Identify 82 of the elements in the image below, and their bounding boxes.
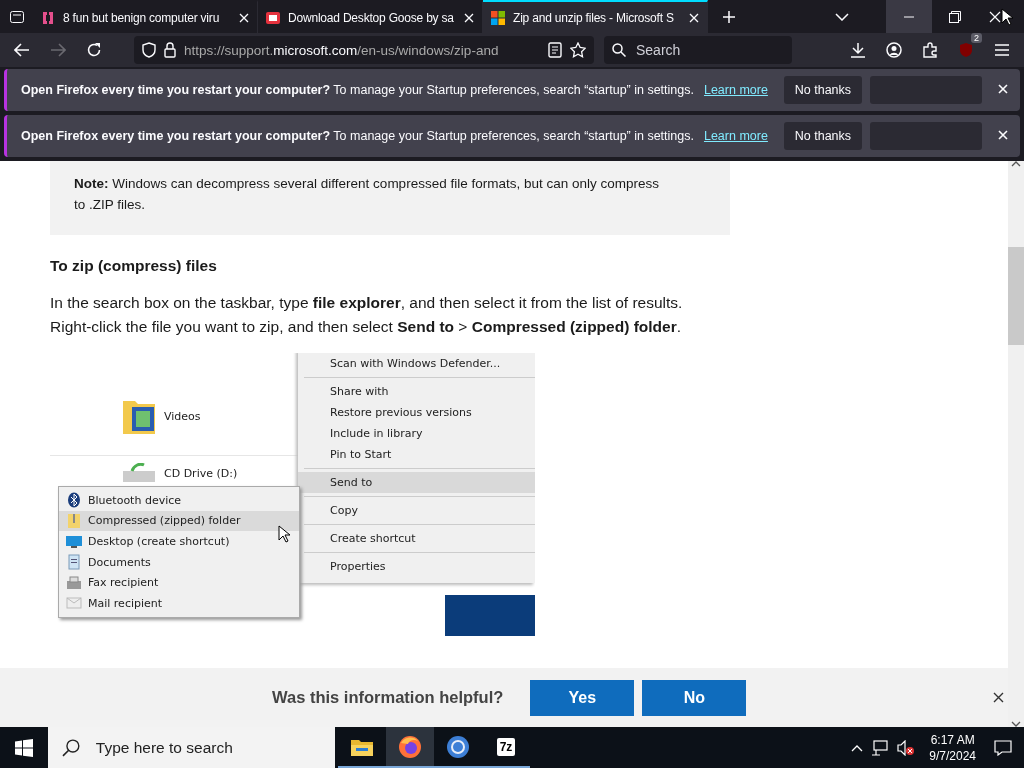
scrollbar-thumb[interactable]	[1008, 247, 1024, 345]
browser-tab[interactable]: Zip and unzip files - Microsoft S	[483, 0, 708, 33]
taskbar-app[interactable]	[386, 727, 434, 768]
cd-drive-icon	[122, 463, 156, 483]
download-icon[interactable]	[850, 42, 866, 58]
extension-badge: 2	[971, 33, 982, 43]
url-text: https://support.microsoft.com/en-us/windows/zip-and	[184, 42, 500, 58]
address-bar[interactable]: https://support.microsoft.com/en-us/windows/zip-and	[134, 36, 594, 64]
firefox-icon[interactable]	[398, 734, 422, 759]
network-icon[interactable]	[871, 739, 890, 756]
context-menu-item[interactable]: Send to	[298, 472, 535, 493]
speaker-muted-icon[interactable]	[897, 739, 916, 756]
close-icon[interactable]	[993, 691, 1005, 703]
bookmark-star-icon[interactable]	[570, 42, 586, 58]
context-menu-item[interactable]: Copy	[298, 500, 535, 521]
desktop-icon	[266, 10, 280, 25]
seven-zip-logo[interactable]: 7z	[496, 737, 516, 756]
chevron-down-icon[interactable]	[834, 12, 849, 21]
monitor-icon	[66, 533, 82, 550]
no-thanks-button[interactable]: No thanks	[783, 76, 862, 104]
notification-message: Open Firefox every time you restart your computer? To manage your Startup preferences, search “startup” in settings.	[21, 129, 694, 143]
section-heading: To zip (compress) files	[50, 257, 218, 275]
taskbar-app[interactable]: 7z	[482, 727, 530, 768]
tab-list-icon[interactable]	[8, 8, 25, 25]
fax-icon	[66, 574, 82, 591]
no-thanks-button[interactable]: No thanks	[783, 122, 862, 150]
menu-icon[interactable]	[994, 43, 1010, 57]
yes-button[interactable]: Yes	[530, 679, 635, 716]
scroll-up-icon[interactable]	[1011, 161, 1021, 167]
taskbar-search-field[interactable]: Type here to search	[93, 737, 335, 758]
reader-view-icon[interactable]	[548, 42, 562, 58]
context-menu-item[interactable]: Scan with Windows Defender...	[298, 353, 535, 374]
new-tab-icon[interactable]	[721, 9, 736, 24]
lock-icon	[164, 42, 176, 58]
note-text: Note: Windows can decompress several different compressed file formats, but can only compress to .ZIP files.	[50, 161, 730, 235]
instruction-paragraph: In the search box on the taskbar, type file explorer, and then select it from the list of results. Right-click the file you want to zip, and then select Send to > Compressed (zipped) folder.	[50, 293, 684, 337]
context-menu-item[interactable]: Create shortcut	[298, 528, 535, 549]
submenu-item[interactable]: Fax recipient	[59, 572, 299, 593]
notification-icon[interactable]	[994, 739, 1012, 756]
envelope-icon	[66, 595, 82, 612]
submenu-item[interactable]: Compressed (zipped) folder	[59, 510, 299, 532]
context-menu-item[interactable]: Properties	[298, 556, 535, 577]
chevron-up-icon[interactable]	[851, 743, 864, 752]
explorer-item-label: CD Drive (D:)	[164, 466, 238, 480]
context-menu-item[interactable]: Restore previous versions	[298, 402, 535, 423]
windows-start-icon[interactable]	[15, 738, 33, 757]
bracket-icon	[41, 10, 55, 25]
puzzle-icon[interactable]	[922, 42, 938, 58]
submenu-item[interactable]: Desktop (create shortcut)	[59, 531, 299, 552]
clock[interactable]: 6:17 AM 9/7/2024	[929, 731, 976, 764]
restore-icon[interactable]	[949, 10, 961, 23]
reload-icon[interactable]	[86, 42, 102, 58]
no-button[interactable]: No	[642, 679, 747, 716]
search-icon	[612, 43, 626, 57]
mouse-pointer-icon	[1001, 7, 1013, 26]
learn-more-link[interactable]: Learn more	[703, 83, 768, 97]
shield-icon	[142, 42, 156, 58]
feedback-question: Was this information helpful?	[272, 688, 504, 707]
minimize-icon[interactable]	[904, 15, 914, 18]
search-box[interactable]: Search	[604, 36, 792, 64]
scrollbar[interactable]	[1008, 161, 1024, 727]
document-icon	[66, 554, 82, 571]
zip-folder-icon	[66, 512, 82, 529]
search-icon	[62, 738, 80, 757]
explorer-item-label: Videos	[164, 409, 201, 423]
search-field[interactable]: Search	[634, 41, 778, 59]
context-menu-item[interactable]: Share with	[298, 381, 535, 402]
chrome-icon[interactable]	[446, 734, 470, 759]
context-menu-item[interactable]: Include in library	[298, 423, 535, 444]
context-menu-item[interactable]: Pin to Start	[298, 444, 535, 465]
learn-more-link[interactable]: Learn more	[703, 129, 768, 143]
taskbar-search-box[interactable]: Type here to search	[48, 727, 335, 768]
submenu-item[interactable]: Bluetooth device	[59, 490, 299, 511]
back-icon[interactable]	[14, 43, 30, 57]
submenu-item[interactable]: Mail recipient	[59, 592, 299, 614]
mouse-pointer-icon	[278, 525, 290, 543]
windows-logo-icon	[491, 10, 505, 25]
notification-message: Open Firefox every time you restart your computer? To manage your Startup preferences, search “startup” in settings.	[21, 83, 694, 97]
account-icon[interactable]	[886, 42, 902, 58]
scroll-down-icon[interactable]	[1011, 721, 1021, 727]
bluetooth-icon	[66, 492, 82, 509]
submenu-item[interactable]: Documents	[59, 551, 299, 573]
